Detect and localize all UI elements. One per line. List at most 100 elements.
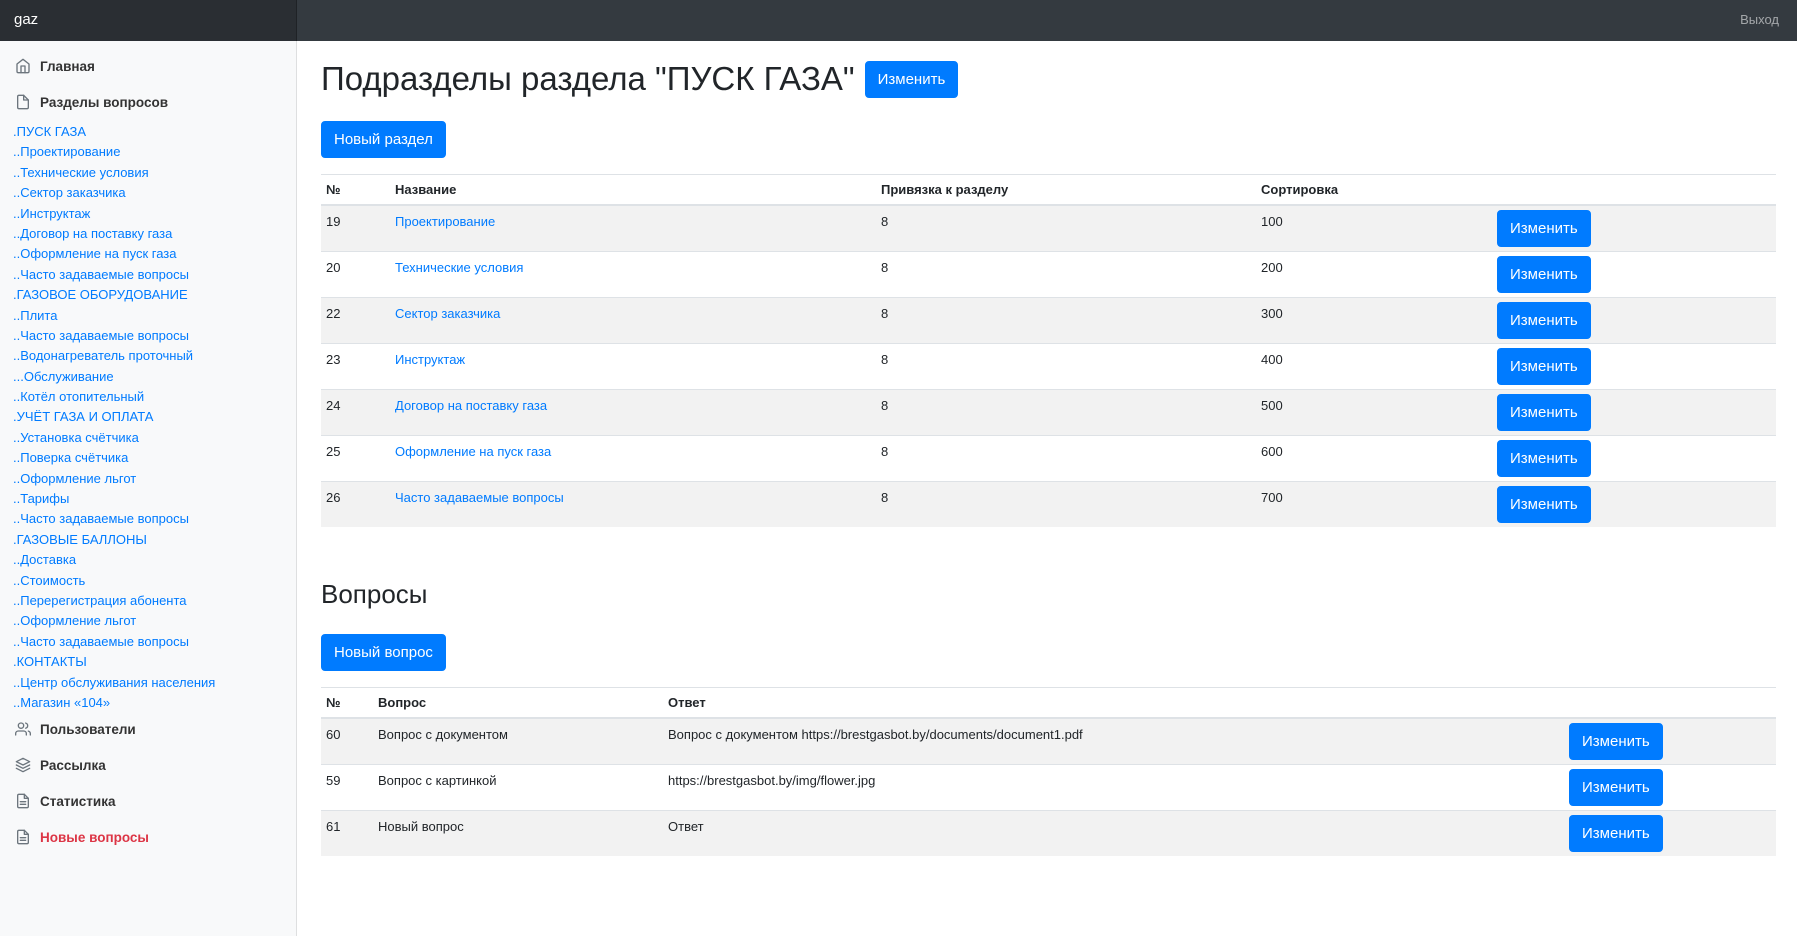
table-row: 26 Часто задаваемые вопросы 8 700 Измени… <box>321 481 1776 527</box>
actions-cell: Изменить <box>1564 717 1776 765</box>
layers-icon <box>15 757 31 773</box>
top-navbar: gaz Выход <box>0 0 1797 41</box>
edit-button[interactable]: Изменить <box>1569 723 1663 760</box>
actions-cell: Изменить <box>1492 251 1776 298</box>
edit-button[interactable]: Изменить <box>1497 348 1591 385</box>
id-cell: 25 <box>321 435 390 482</box>
table-row: 19 Проектирование 8 100 Изменить <box>321 204 1776 252</box>
section-link[interactable]: .ГАЗОВОЕ ОБОРУДОВАНИЕ <box>13 285 215 305</box>
section-link[interactable]: ..Проектирование <box>13 142 215 162</box>
sidebar-item-sections[interactable]: Разделы вопросов <box>0 84 168 120</box>
subsection-link[interactable]: Часто задаваемые вопросы <box>395 482 871 505</box>
section-link[interactable]: ..Плита <box>13 306 215 326</box>
id-cell: 24 <box>321 389 390 436</box>
edit-button[interactable]: Изменить <box>1497 210 1591 247</box>
new-section-button[interactable]: Новый раздел <box>321 121 446 158</box>
section-link[interactable]: ..Центр обслуживания населения <box>13 673 215 693</box>
section-link[interactable]: ..Договор на поставку газа <box>13 224 215 244</box>
actions-cell: Изменить <box>1564 764 1776 811</box>
sidebar-item-mailing[interactable]: Рассылка <box>0 747 106 783</box>
parent-cell: 8 <box>876 297 1256 344</box>
id-cell: 19 <box>321 204 390 252</box>
sidebar: Главная Разделы вопросов .ПУСК ГАЗА ..Пр… <box>0 41 297 936</box>
answer-cell: Ответ <box>663 810 1564 856</box>
table-row: 59 Вопрос с картинкой https://brestgasbo… <box>321 764 1776 811</box>
section-link[interactable]: ..Технические условия <box>13 163 215 183</box>
section-link[interactable]: ..Котёл отопительный <box>13 387 215 407</box>
edit-button[interactable]: Изменить <box>1497 394 1591 431</box>
parent-cell: 8 <box>876 481 1256 527</box>
section-link[interactable]: ..Водонагреватель проточный <box>13 346 215 366</box>
edit-button[interactable]: Изменить <box>1497 256 1591 293</box>
subsection-link[interactable]: Оформление на пуск газа <box>395 436 871 459</box>
section-link[interactable]: ..Поверка счётчика <box>13 448 215 468</box>
edit-section-button[interactable]: Изменить <box>864 60 959 98</box>
column-header: Название <box>390 174 876 206</box>
edit-button[interactable]: Изменить <box>1497 440 1591 477</box>
subsection-link[interactable]: Технические условия <box>395 252 871 275</box>
table-header-row: № Вопрос Ответ <box>321 687 1776 719</box>
edit-button[interactable]: Изменить <box>1569 815 1663 852</box>
sort-cell: 500 <box>1256 389 1492 436</box>
section-link[interactable]: .ПУСК ГАЗА <box>13 122 215 142</box>
sidebar-item-new-questions[interactable]: Новые вопросы <box>0 819 149 855</box>
subsection-link[interactable]: Сектор заказчика <box>395 298 871 321</box>
section-link[interactable]: .КОНТАКТЫ <box>13 652 215 672</box>
table-row: 24 Договор на поставку газа 8 500 Измени… <box>321 389 1776 436</box>
parent-cell: 8 <box>876 204 1256 252</box>
section-link[interactable]: ..Оформление льгот <box>13 611 215 631</box>
subsection-link[interactable]: Договор на поставку газа <box>395 390 871 413</box>
table-row: 25 Оформление на пуск газа 8 600 Изменит… <box>321 435 1776 482</box>
sections-tree: .ПУСК ГАЗА ..Проектирование ..Технически… <box>13 122 215 713</box>
new-question-button[interactable]: Новый вопрос <box>321 634 446 671</box>
sort-cell: 300 <box>1256 297 1492 344</box>
column-header: Вопрос <box>373 687 663 719</box>
sidebar-item-users[interactable]: Пользователи <box>0 711 136 747</box>
parent-cell: 8 <box>876 251 1256 298</box>
section-link[interactable]: ..Часто задаваемые вопросы <box>13 509 215 529</box>
questions-title: Вопросы <box>321 579 428 609</box>
subsection-link[interactable]: Инструктаж <box>395 344 871 367</box>
actions-cell: Изменить <box>1492 389 1776 436</box>
users-icon <box>15 721 31 737</box>
id-cell: 60 <box>321 717 373 765</box>
section-link[interactable]: ..Оформление льгот <box>13 469 215 489</box>
section-link[interactable]: ..Перерегистрация абонента <box>13 591 215 611</box>
edit-button[interactable]: Изменить <box>1497 486 1591 523</box>
parent-cell: 8 <box>876 389 1256 436</box>
answer-cell: Вопрос с документом https://brestgasbot.… <box>663 717 1564 765</box>
edit-button[interactable]: Изменить <box>1569 769 1663 806</box>
section-link[interactable]: ...Обслуживание <box>13 367 215 387</box>
actions-cell: Изменить <box>1492 297 1776 344</box>
sidebar-item-home[interactable]: Главная <box>0 48 95 84</box>
logout-link[interactable]: Выход <box>1715 0 1797 41</box>
answer-cell: https://brestgasbot.by/img/flower.jpg <box>663 764 1564 811</box>
sidebar-item-statistics[interactable]: Статистика <box>0 783 115 819</box>
questions-table: № Вопрос Ответ 60 Вопрос с документом Во… <box>321 687 1776 856</box>
column-header <box>1564 687 1776 719</box>
section-link[interactable]: ..Тарифы <box>13 489 215 509</box>
section-link[interactable]: ..Доставка <box>13 550 215 570</box>
brand-link[interactable]: gaz <box>0 0 297 41</box>
edit-button[interactable]: Изменить <box>1497 302 1591 339</box>
subsection-link[interactable]: Проектирование <box>395 206 871 229</box>
section-link[interactable]: ..Оформление на пуск газа <box>13 244 215 264</box>
table-row: 60 Вопрос с документом Вопрос с документ… <box>321 717 1776 765</box>
section-link[interactable]: ..Часто задаваемые вопросы <box>13 326 215 346</box>
section-link[interactable]: ..Часто задаваемые вопросы <box>13 632 215 652</box>
table-row: 20 Технические условия 8 200 Изменить <box>321 251 1776 298</box>
file-text-icon <box>15 793 31 809</box>
section-link[interactable]: ..Сектор заказчика <box>13 183 215 203</box>
table-header-row: № Название Привязка к разделу Сортировка <box>321 174 1776 206</box>
id-cell: 20 <box>321 251 390 298</box>
section-link[interactable]: ..Установка счётчика <box>13 428 215 448</box>
sidebar-item-label: Рассылка <box>40 757 106 773</box>
section-link[interactable]: ..Часто задаваемые вопросы <box>13 265 215 285</box>
section-link[interactable]: .ГАЗОВЫЕ БАЛЛОНЫ <box>13 530 215 550</box>
section-link[interactable]: ..Стоимость <box>13 571 215 591</box>
sort-cell: 700 <box>1256 481 1492 527</box>
sidebar-item-label: Новые вопросы <box>40 829 149 845</box>
section-link[interactable]: ..Инструктаж <box>13 204 215 224</box>
section-link[interactable]: .УЧЁТ ГАЗА И ОПЛАТА <box>13 407 215 427</box>
actions-cell: Изменить <box>1492 435 1776 482</box>
